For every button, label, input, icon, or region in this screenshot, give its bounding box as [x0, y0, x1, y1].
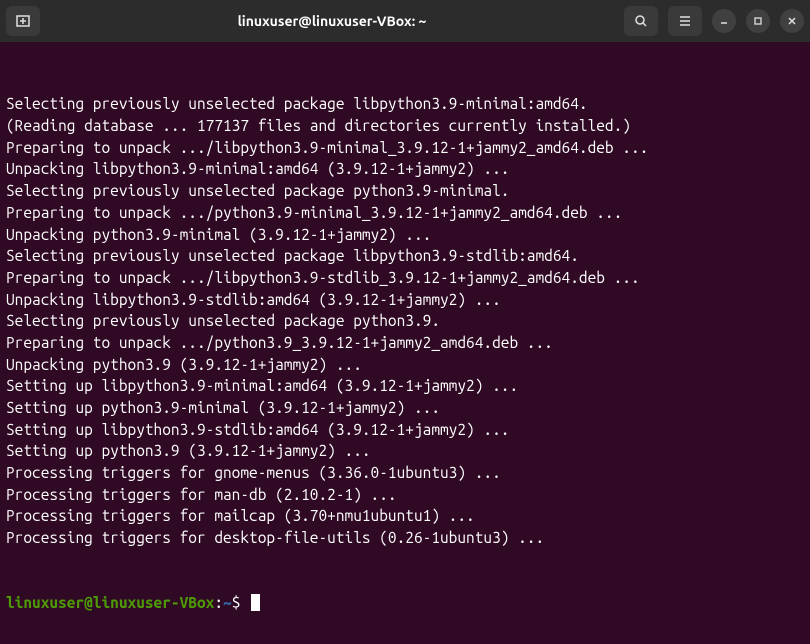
window-titlebar: linuxuser@linuxuser-VBox: ~	[0, 0, 810, 42]
terminal-output-line: Processing triggers for desktop-file-uti…	[6, 527, 804, 549]
terminal-output-line: Processing triggers for man-db (2.10.2-1…	[6, 484, 804, 506]
terminal-output-line: Preparing to unpack .../libpython3.9-std…	[6, 267, 804, 289]
terminal-output-line: Setting up libpython3.9-minimal:amd64 (3…	[6, 375, 804, 397]
prompt-path: ~	[223, 594, 232, 611]
prompt-user-host: linuxuser@linuxuser-VBox	[6, 594, 214, 611]
minimize-icon	[719, 16, 729, 26]
terminal-output-line: Processing triggers for mailcap (3.70+nm…	[6, 505, 804, 527]
terminal-output[interactable]: Selecting previously unselected package …	[0, 42, 810, 644]
terminal-output-line: Unpacking python3.9-minimal (3.9.12-1+ja…	[6, 224, 804, 246]
new-tab-icon	[15, 13, 31, 29]
terminal-output-line: Preparing to unpack .../python3.9-minima…	[6, 202, 804, 224]
menu-button[interactable]	[668, 6, 702, 36]
terminal-output-line: Unpacking libpython3.9-minimal:amd64 (3.…	[6, 158, 804, 180]
terminal-output-line: (Reading database ... 177137 files and d…	[6, 115, 804, 137]
new-tab-button[interactable]	[6, 6, 40, 36]
titlebar-left-controls	[6, 6, 40, 36]
terminal-output-line: Preparing to unpack .../python3.9_3.9.12…	[6, 332, 804, 354]
prompt-symbol: $	[232, 594, 241, 611]
window-title: linuxuser@linuxuser-VBox: ~	[46, 13, 618, 29]
search-icon	[633, 13, 649, 29]
close-icon	[787, 16, 797, 26]
terminal-prompt-line: linuxuser@linuxuser-VBox:~$	[6, 592, 804, 614]
minimize-button[interactable]	[712, 9, 736, 33]
terminal-output-line: Unpacking python3.9 (3.9.12-1+jammy2) ..…	[6, 354, 804, 376]
terminal-cursor	[251, 594, 260, 611]
prompt-colon: :	[214, 594, 223, 611]
terminal-output-line: Setting up python3.9-minimal (3.9.12-1+j…	[6, 397, 804, 419]
terminal-output-line: Selecting previously unselected package …	[6, 310, 804, 332]
terminal-output-line: Selecting previously unselected package …	[6, 93, 804, 115]
terminal-lines-container: Selecting previously unselected package …	[6, 93, 804, 548]
terminal-output-line: Setting up python3.9 (3.9.12-1+jammy2) .…	[6, 440, 804, 462]
terminal-output-line: Processing triggers for gnome-menus (3.3…	[6, 462, 804, 484]
titlebar-right-controls	[624, 6, 804, 36]
terminal-output-line: Unpacking libpython3.9-stdlib:amd64 (3.9…	[6, 289, 804, 311]
maximize-icon	[753, 16, 763, 26]
terminal-output-line: Preparing to unpack .../libpython3.9-min…	[6, 137, 804, 159]
maximize-button[interactable]	[746, 9, 770, 33]
hamburger-icon	[677, 13, 693, 29]
terminal-output-line: Selecting previously unselected package …	[6, 245, 804, 267]
close-button[interactable]	[780, 9, 804, 33]
terminal-output-line: Selecting previously unselected package …	[6, 180, 804, 202]
search-button[interactable]	[624, 6, 658, 36]
terminal-output-line: Setting up libpython3.9-stdlib:amd64 (3.…	[6, 419, 804, 441]
